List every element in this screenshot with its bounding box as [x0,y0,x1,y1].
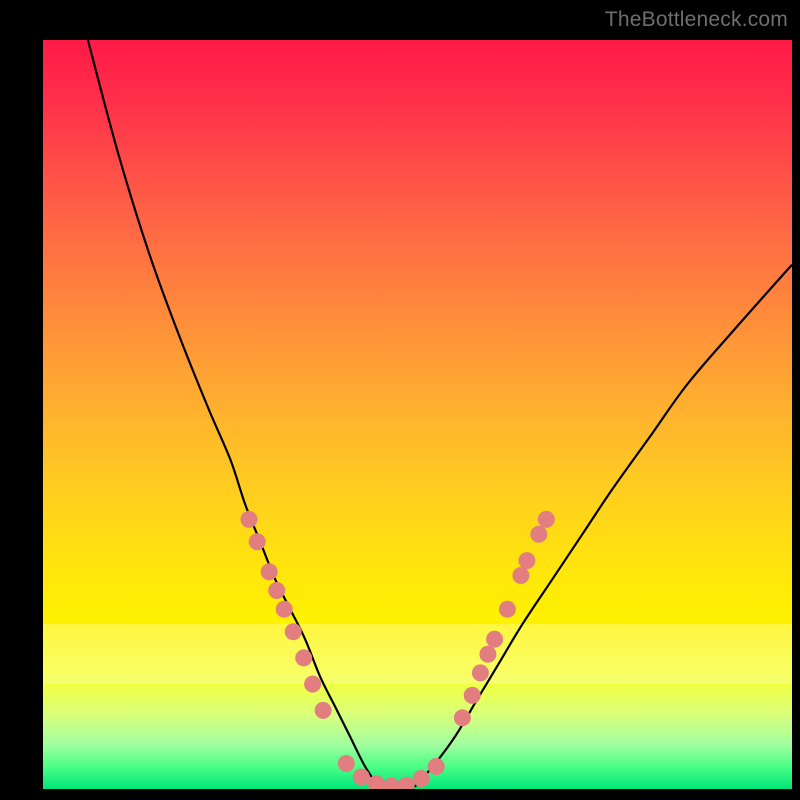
data-point [454,709,471,726]
data-point [276,601,293,618]
data-point [538,511,555,528]
data-point [413,770,430,787]
data-point [499,601,516,618]
bottleneck-curve-right [380,265,792,789]
data-point [368,775,385,789]
data-point [486,631,503,648]
data-point [472,664,489,681]
data-point [518,552,535,569]
data-point [249,533,266,550]
data-point [315,702,332,719]
data-point [268,582,285,599]
chart-overlay [43,40,792,789]
chart-frame: TheBottleneck.com [0,0,800,800]
data-point [304,676,321,693]
data-point [530,526,547,543]
bottleneck-curve-left [88,40,380,789]
data-point [398,777,415,789]
data-point [338,755,355,772]
data-point [295,649,312,666]
data-point [464,687,481,704]
data-point [383,778,400,790]
data-point [428,758,445,775]
data-point [353,769,370,786]
watermark-text: TheBottleneck.com [605,8,788,32]
data-point [512,567,529,584]
data-point [261,563,278,580]
data-point [285,623,302,640]
data-point [241,511,258,528]
data-point [479,646,496,663]
plot-area [43,40,792,789]
